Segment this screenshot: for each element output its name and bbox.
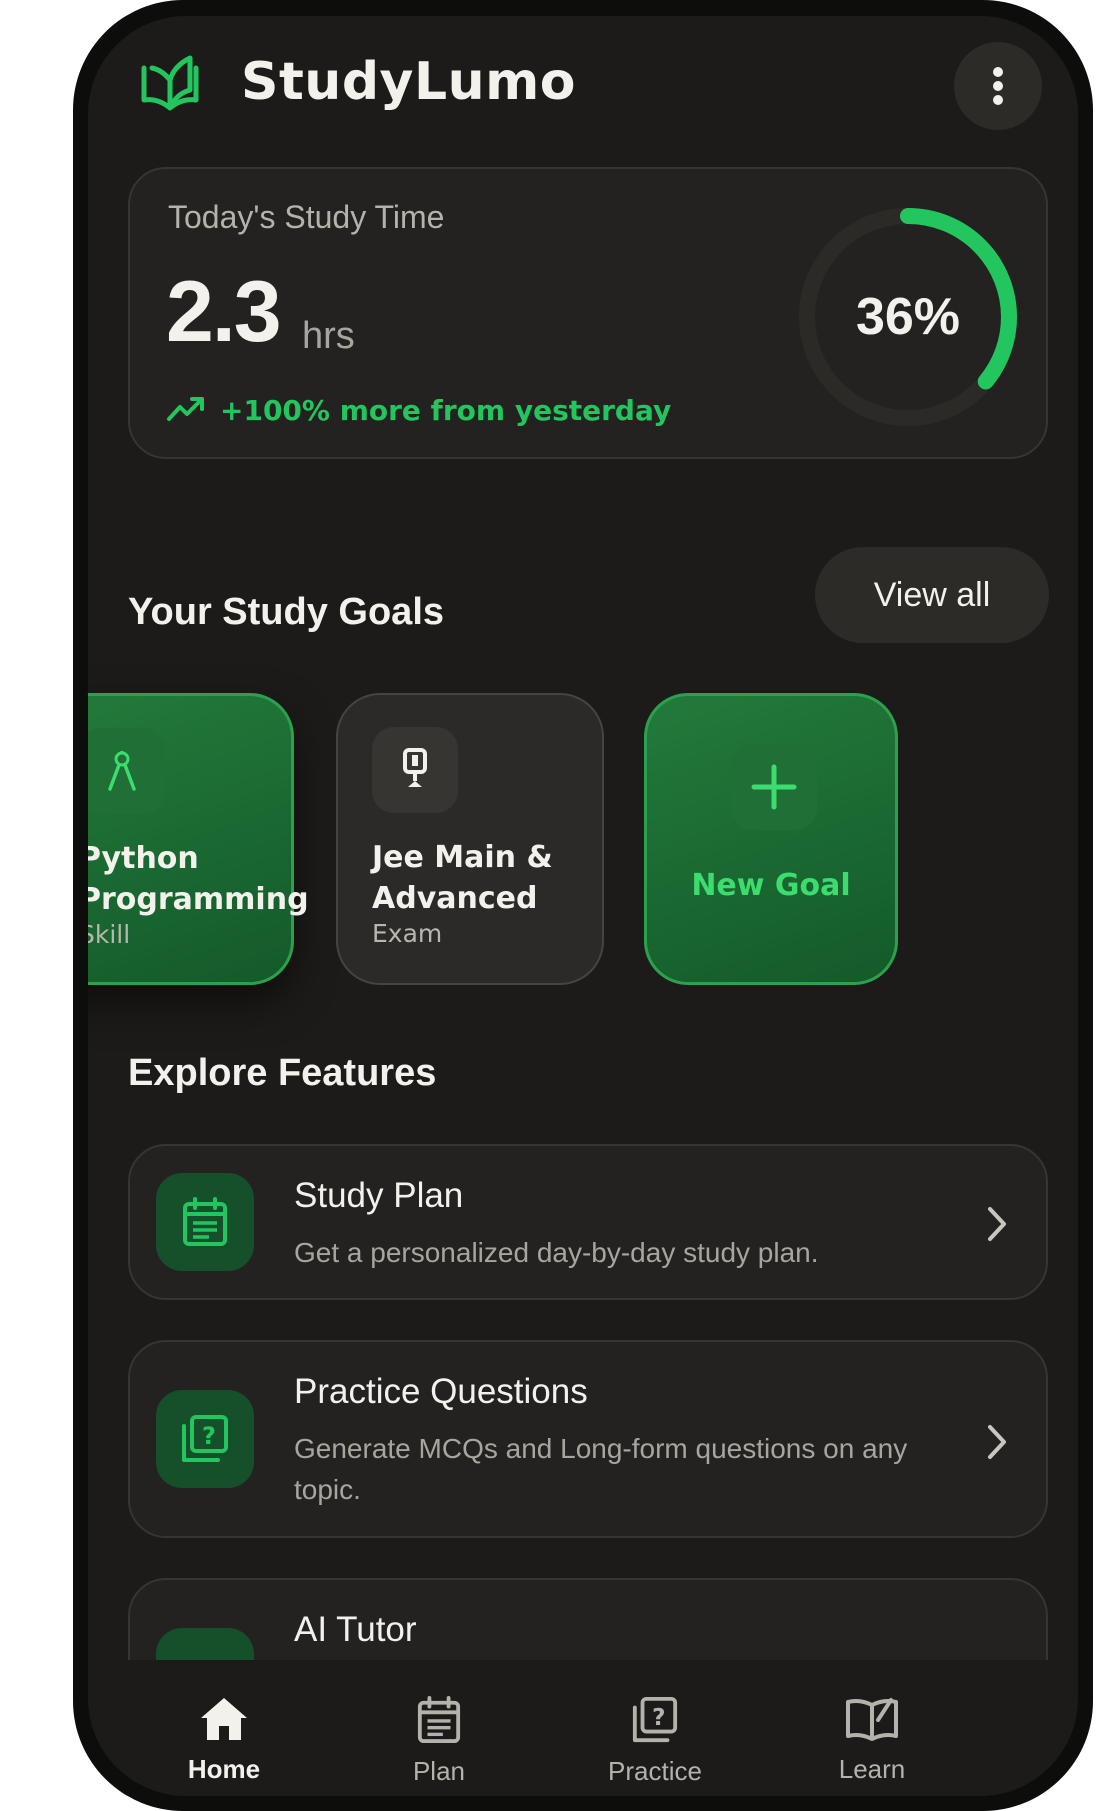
goal-card-jee[interactable]: Jee Main & Advanced Exam — [336, 693, 604, 985]
nav-label: Home — [187, 1754, 261, 1784]
goal-icon-box — [372, 727, 458, 813]
book-logo-icon — [141, 55, 199, 111]
feature-name: AI Tutor — [294, 1610, 417, 1649]
goal-name: Python Programming — [88, 838, 309, 920]
study-time-card[interactable]: Today's Study Time 2.3 hrs +100% more fr… — [128, 167, 1048, 459]
trophy-icon — [403, 748, 427, 787]
app-screen: StudyLumo Today's Study Time 2.3 hrs +10… — [88, 16, 1078, 1796]
goal-icon-box — [88, 728, 165, 814]
goal-name-line1: Python — [88, 841, 199, 876]
feature-name: Study Plan — [294, 1176, 464, 1215]
progress-percent: 36% — [855, 288, 961, 346]
feature-description: Generate MCQs and Long-form questions on… — [294, 1433, 908, 1505]
nav-label: Plan — [412, 1756, 466, 1786]
new-goal-button[interactable]: New Goal — [644, 693, 898, 985]
question-icon: ? — [632, 1696, 678, 1743]
study-time-change: +100% more from yesterday — [220, 394, 672, 427]
svg-text:?: ? — [202, 1422, 216, 1450]
feature-description: Get a personalized day-by-day study plan… — [294, 1237, 819, 1268]
nav-item-plan[interactable]: Plan — [349, 1696, 529, 1787]
compass-icon — [108, 751, 136, 791]
more-menu-button[interactable] — [954, 42, 1042, 130]
goal-type: Exam — [372, 919, 443, 948]
chevron-right-icon — [988, 1207, 1006, 1241]
trending-up-icon — [167, 397, 204, 421]
calendar-icon — [417, 1696, 461, 1743]
goal-card-python[interactable]: Python Programming Skill — [88, 693, 309, 985]
goal-name: Jee Main & Advanced — [372, 837, 553, 919]
bottom-navigation: Home Plan ? Practice Learn — [88, 1660, 1078, 1796]
goal-name-line2: Advanced — [372, 881, 538, 916]
view-all-goals-button[interactable]: View all — [815, 547, 1049, 643]
feature-card-study-plan[interactable]: Study Plan Get a personalized day-by-day… — [128, 1144, 1048, 1300]
app-title: StudyLumo — [241, 52, 577, 112]
plus-icon — [751, 764, 797, 810]
question-icon: ? — [182, 1415, 228, 1462]
study-time-label: Today's Study Time — [168, 199, 445, 235]
feature-icon-box: ? — [156, 1390, 254, 1488]
goals-section-title: Your Study Goals — [128, 591, 445, 633]
chevron-right-icon — [988, 1425, 1006, 1459]
feature-card-practice-questions[interactable]: ? Practice Questions Generate MCQs and L… — [128, 1340, 1048, 1538]
goal-name-line2: Programming — [88, 882, 309, 917]
study-time-unit: hrs — [302, 315, 355, 357]
nav-label: Learn — [838, 1754, 906, 1784]
goal-name-line1: Jee Main & — [372, 840, 553, 875]
nav-item-learn[interactable]: Learn — [782, 1696, 962, 1785]
new-goal-label: New Goal — [691, 868, 851, 903]
home-icon — [201, 1698, 247, 1740]
add-icon-box — [731, 744, 817, 830]
nav-item-practice[interactable]: ? Practice — [565, 1696, 745, 1787]
kebab-menu-icon — [993, 67, 1003, 105]
book-icon — [846, 1698, 898, 1741]
nav-label: Practice — [608, 1756, 702, 1786]
features-section-title: Explore Features — [128, 1052, 437, 1094]
feature-name: Practice Questions — [294, 1372, 588, 1411]
nav-item-home[interactable]: Home — [134, 1696, 314, 1785]
calendar-icon — [183, 1197, 227, 1246]
feature-icon-box — [156, 1173, 254, 1271]
study-time-value: 2.3 — [166, 264, 282, 360]
svg-text:?: ? — [652, 1705, 665, 1731]
goal-type: Skill — [88, 920, 131, 949]
